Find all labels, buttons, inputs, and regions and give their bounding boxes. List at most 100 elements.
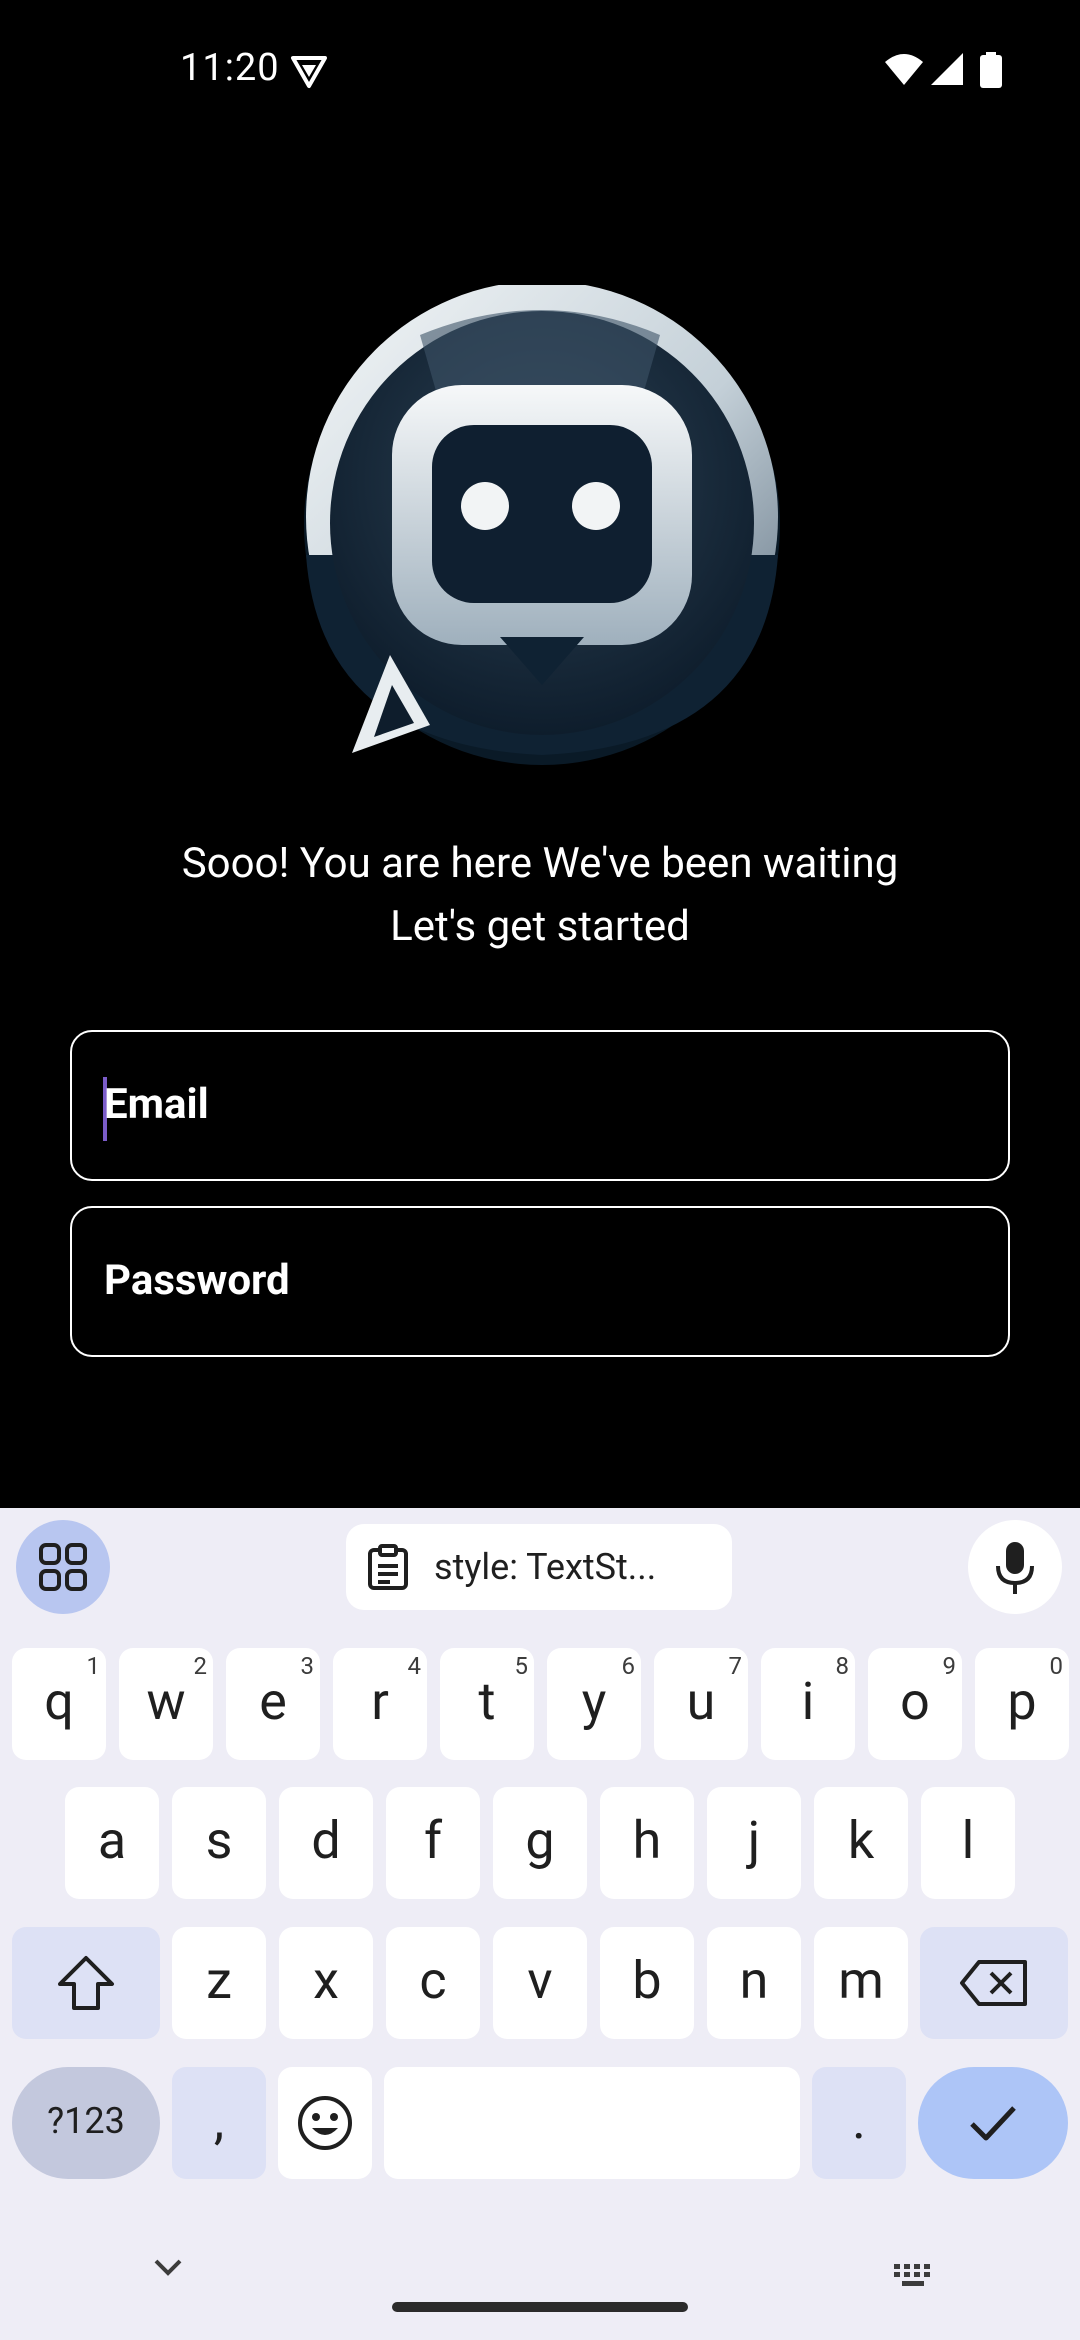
key-w[interactable]: w2 [119, 1648, 213, 1760]
enter-key[interactable] [918, 2067, 1068, 2179]
key-label: z [206, 1950, 232, 2011]
key-label: h [632, 1810, 662, 1871]
key-hint: 0 [1049, 1652, 1064, 1680]
keyboard-toolbar: style: TextSt... [0, 1508, 1080, 1628]
clipboard-suggestion-text: style: TextSt... [434, 1546, 657, 1588]
apps-grid-icon [39, 1543, 87, 1591]
key-l[interactable]: l [921, 1787, 1015, 1899]
key-label: k [847, 1810, 875, 1871]
check-icon [970, 2106, 1016, 2141]
emoji-key[interactable] [278, 2067, 372, 2179]
key-v[interactable]: v [493, 1927, 587, 2039]
key-hint: 1 [86, 1652, 101, 1680]
key-label: e [259, 1671, 287, 1732]
status-time: 11:20 [180, 46, 280, 90]
key-z[interactable]: z [172, 1927, 266, 2039]
apps-grid-button[interactable] [16, 1520, 110, 1614]
soft-keyboard: style: TextSt... ?123 , . q 1 w 2 e 3 r … [0, 1508, 1080, 2340]
shift-icon [58, 1956, 114, 2010]
key-label: u [686, 1671, 716, 1732]
key-p[interactable]: p0 [975, 1648, 1069, 1760]
key-label: d [311, 1810, 341, 1871]
wifi-icon [885, 54, 923, 85]
key-e[interactable]: e3 [226, 1648, 320, 1760]
key-label: b [632, 1950, 662, 2011]
key-label: w [146, 1671, 186, 1732]
key-hint: 5 [514, 1652, 529, 1680]
key-u[interactable]: u7 [654, 1648, 748, 1760]
key-hint: 8 [835, 1652, 850, 1680]
key-label: i [801, 1671, 815, 1732]
key-label: m [838, 1950, 884, 2011]
key-label: v [527, 1950, 553, 2011]
key-hint: 2 [193, 1652, 208, 1680]
key-label: o [900, 1671, 930, 1732]
key-b[interactable]: b [600, 1927, 694, 2039]
backspace-icon [960, 1960, 1027, 2006]
key-d[interactable]: d [279, 1787, 373, 1899]
key-hint: 7 [728, 1652, 743, 1680]
key-label: x [313, 1950, 339, 2011]
chat-bot-logo [304, 285, 780, 765]
key-y[interactable]: y6 [547, 1648, 641, 1760]
key-k[interactable]: k [814, 1787, 908, 1899]
symbols-key[interactable]: ?123 [12, 2067, 160, 2179]
vpn-shield-icon [291, 56, 327, 88]
key-f[interactable]: f [386, 1787, 480, 1899]
key-g[interactable]: g [493, 1787, 587, 1899]
status-bar: 11:20 [0, 0, 1080, 140]
key-q[interactable]: q1 [12, 1648, 106, 1760]
key-hint: 6 [621, 1652, 636, 1680]
welcome-message: Sooo! You are here We've been waiting Le… [0, 832, 1080, 958]
key-j[interactable]: j [707, 1787, 801, 1899]
key-a[interactable]: a [65, 1787, 159, 1899]
key-s[interactable]: s [172, 1787, 266, 1899]
key-label: a [97, 1810, 127, 1871]
key-label: r [371, 1671, 389, 1732]
backspace-key[interactable] [920, 1927, 1068, 2039]
key-label: l [961, 1810, 975, 1871]
key-hint: 9 [942, 1652, 957, 1680]
comma-key[interactable]: , [172, 2067, 266, 2179]
key-label: n [739, 1950, 769, 2011]
period-key[interactable]: . [812, 2067, 906, 2179]
keyboard-switch-icon[interactable] [892, 2262, 936, 2288]
key-label: g [525, 1810, 555, 1871]
key-r[interactable]: r4 [333, 1648, 427, 1760]
key-t[interactable]: t5 [440, 1648, 534, 1760]
key-label: c [419, 1950, 447, 2011]
key-hint: 3 [300, 1652, 315, 1680]
welcome-line-2: Let's get started [390, 902, 690, 951]
email-field[interactable]: Email [70, 1030, 1010, 1181]
key-h[interactable]: h [600, 1787, 694, 1899]
key-label: y [581, 1671, 607, 1732]
email-label: Email [104, 1080, 209, 1129]
mic-icon [996, 1542, 1034, 1594]
home-gesture-handle[interactable] [392, 2302, 688, 2312]
key-m[interactable]: m [814, 1927, 908, 2039]
chevron-down-icon[interactable] [150, 2255, 186, 2279]
key-label: t [478, 1671, 496, 1732]
password-label: Password [104, 1256, 290, 1305]
emoji-icon [298, 2096, 352, 2150]
clipboard-suggestion[interactable]: style: TextSt... [346, 1524, 732, 1610]
cellular-signal-icon [931, 53, 963, 85]
key-hint: 4 [407, 1652, 422, 1680]
key-label: p [1007, 1671, 1037, 1732]
key-label: f [423, 1810, 443, 1871]
key-o[interactable]: o9 [868, 1648, 962, 1760]
clipboard-icon [368, 1544, 408, 1590]
battery-icon [980, 52, 1002, 88]
password-field[interactable]: Password [70, 1206, 1010, 1357]
key-label: q [44, 1671, 74, 1732]
shift-key[interactable] [12, 1927, 160, 2039]
key-c[interactable]: c [386, 1927, 480, 2039]
key-x[interactable]: x [279, 1927, 373, 2039]
key-label: s [205, 1810, 233, 1871]
welcome-line-1: Sooo! You are here We've been waiting [181, 839, 899, 888]
key-label: j [747, 1810, 761, 1871]
key-i[interactable]: i8 [761, 1648, 855, 1760]
key-n[interactable]: n [707, 1927, 801, 2039]
space-key[interactable] [384, 2067, 800, 2179]
voice-input-button[interactable] [968, 1520, 1062, 1614]
